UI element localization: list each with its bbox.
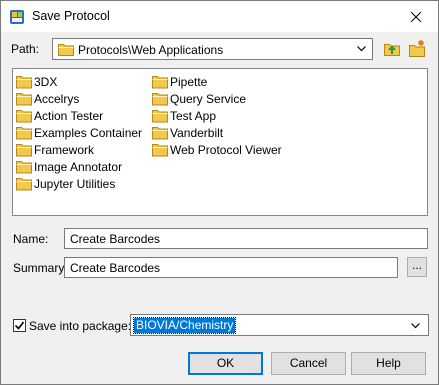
folder-list-item[interactable]: Image Annotator (16, 158, 142, 175)
app-icon (10, 10, 24, 24)
folder-list-item[interactable]: Framework (16, 141, 142, 158)
summary-browse-button[interactable]: ... (407, 257, 427, 277)
path-value: Protocols\Web Applications (78, 43, 224, 57)
checkmark-icon (14, 321, 25, 330)
folder-list-item[interactable]: Pipette (152, 73, 282, 90)
save-protocol-dialog: Save Protocol Path: Protocols\Web Applic… (0, 0, 439, 385)
chevron-down-icon (357, 46, 366, 52)
cancel-button[interactable]: Cancel (271, 352, 346, 375)
new-folder-icon (409, 40, 425, 57)
folder-list-item[interactable]: Query Service (152, 90, 282, 107)
folder-icon (16, 109, 32, 122)
folder-list-item[interactable]: 3DX (16, 73, 142, 90)
folder-name: Accelrys (34, 91, 80, 106)
folder-name: Framework (34, 142, 95, 157)
folder-name: Test App (170, 108, 217, 123)
folder-list[interactable]: 3DX Accelrys Action Tester Examples Contain… (12, 68, 428, 216)
folder-icon (16, 75, 32, 88)
folder-column-1: 3DX Accelrys Action Tester Examples Contain… (16, 73, 142, 192)
save-into-package-checkbox[interactable] (13, 319, 26, 332)
folder-name: Jupyter Utilities (34, 176, 116, 191)
folder-name: Pipette (170, 74, 208, 89)
folder-name: Examples Container (34, 125, 143, 140)
folder-icon (152, 126, 168, 139)
folder-name: Vanderbilt (170, 125, 224, 140)
close-icon (411, 11, 421, 22)
ok-button[interactable]: OK (188, 352, 263, 375)
folder-list-item[interactable]: Jupyter Utilities (16, 175, 142, 192)
window-title: Save Protocol (32, 9, 110, 23)
chevron-down-icon (411, 323, 420, 329)
folder-icon (16, 160, 32, 173)
folder-list-item[interactable]: Vanderbilt (152, 124, 282, 141)
folder-name: 3DX (34, 74, 58, 89)
folder-name: Query Service (170, 91, 247, 106)
folder-icon (16, 92, 32, 105)
folder-list-item[interactable]: Accelrys (16, 90, 142, 107)
folder-name: Image Annotator (34, 159, 123, 174)
close-button[interactable] (394, 1, 438, 32)
summary-field[interactable]: Create Barcodes (64, 257, 398, 278)
folder-icon (16, 177, 32, 190)
folder-icon (152, 143, 168, 156)
folder-name: Action Tester (34, 108, 104, 123)
folder-up-icon (384, 44, 400, 56)
path-dropdown[interactable]: Protocols\Web Applications (52, 38, 373, 60)
folder-icon (152, 109, 168, 122)
folder-icon (16, 143, 32, 156)
name-label: Name: (13, 232, 49, 246)
package-value: BIOVIA/Chemistry (132, 317, 237, 334)
save-into-package-label[interactable]: Save into package: (29, 319, 131, 333)
folder-icon (58, 44, 74, 56)
summary-label: Summary: (13, 261, 68, 275)
folder-list-item[interactable]: Test App (152, 107, 282, 124)
folder-list-item[interactable]: Web Protocol Viewer (152, 141, 282, 158)
up-folder-button[interactable] (382, 39, 402, 59)
path-label: Path: (11, 42, 40, 56)
folder-icon (152, 75, 168, 88)
package-dropdown[interactable]: BIOVIA/Chemistry (130, 314, 429, 336)
title-bar: Save Protocol (1, 1, 438, 32)
folder-list-item[interactable]: Action Tester (16, 107, 142, 124)
folder-list-item[interactable]: Examples Container (16, 124, 142, 141)
new-folder-button[interactable] (407, 39, 427, 59)
help-button[interactable]: Help (351, 352, 426, 375)
folder-icon (152, 92, 168, 105)
folder-icon (16, 126, 32, 139)
folder-name: Web Protocol Viewer (170, 142, 282, 157)
folder-column-2: Pipette Query Service Test App Vanderbilt We… (152, 73, 282, 158)
name-field[interactable]: Create Barcodes (64, 228, 428, 249)
